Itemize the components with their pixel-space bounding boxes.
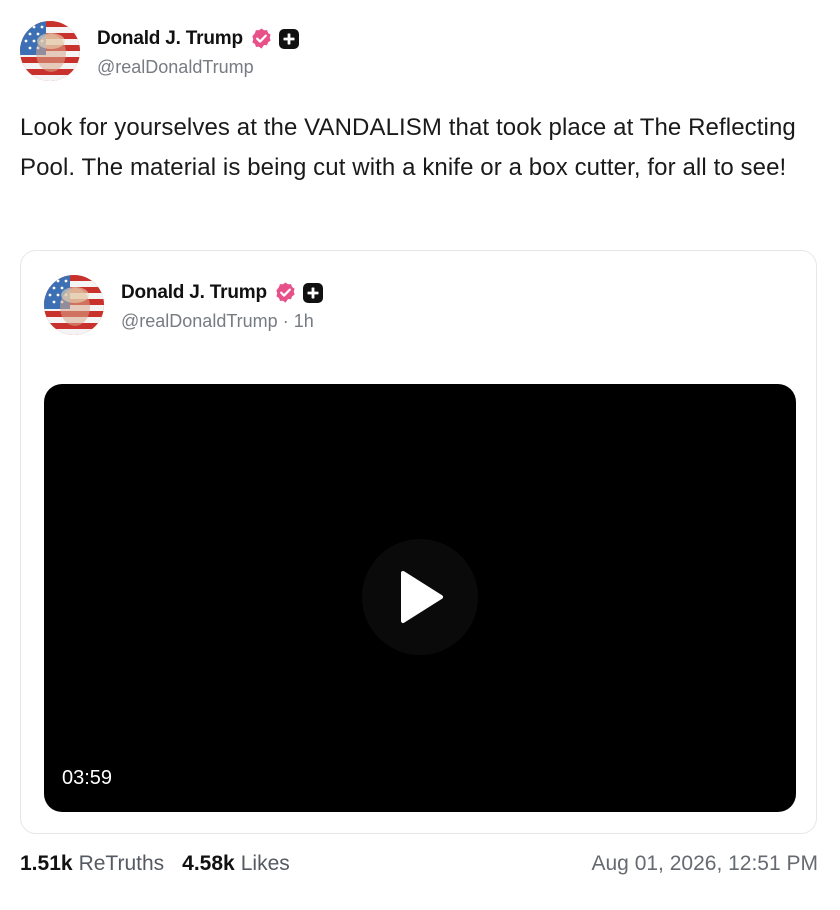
quoted-post-header: Donald J. Trump @realDonaldTrump · 1h — [44, 275, 323, 335]
likes-label: Likes — [240, 852, 290, 875]
post-body-text: Look for yourselves at the VANDALISM tha… — [20, 114, 796, 181]
quoted-author-avatar[interactable] — [44, 275, 104, 335]
quoted-author-handle[interactable]: @realDonaldTrump — [121, 311, 278, 331]
play-button[interactable] — [362, 539, 478, 655]
quoted-post-card[interactable]: Donald J. Trump @realDonaldTrump · 1h 03… — [20, 250, 817, 834]
author-handle[interactable]: @realDonaldTrump — [97, 57, 299, 78]
quoted-time-ago[interactable]: 1h — [294, 311, 314, 331]
likes-count: 4.58k — [182, 852, 235, 875]
author-info: Donald J. Trump @realDonaldTrump — [97, 25, 299, 78]
verified-badge-icon — [274, 281, 297, 304]
author-avatar[interactable] — [20, 21, 80, 81]
likes-stat[interactable]: 4.58k Likes — [182, 852, 290, 876]
play-icon — [401, 571, 443, 623]
post-footer: 1.51k ReTruths 4.58k Likes Aug 01, 2026,… — [20, 848, 818, 880]
author-name-row: Donald J. Trump — [97, 25, 299, 53]
flag-portrait-avatar-icon — [20, 21, 80, 81]
quoted-author-info: Donald J. Trump @realDonaldTrump · 1h — [121, 279, 323, 332]
retruths-stat[interactable]: 1.51k ReTruths — [20, 852, 164, 876]
retruths-count: 1.51k — [20, 852, 73, 875]
author-display-name[interactable]: Donald J. Trump — [97, 28, 243, 50]
quoted-author-meta: @realDonaldTrump · 1h — [121, 311, 323, 332]
quoted-author-display-name[interactable]: Donald J. Trump — [121, 282, 267, 304]
video-player[interactable]: 03:59 — [44, 384, 796, 812]
quoted-author-name-row: Donald J. Trump — [121, 279, 323, 307]
post-timestamp[interactable]: Aug 01, 2026, 12:51 PM — [592, 852, 819, 876]
flag-portrait-avatar-icon — [44, 275, 104, 335]
plus-badge-icon — [278, 28, 299, 49]
post: Donald J. Trump @realDonaldTrump Look fo… — [0, 0, 840, 910]
retruths-label: ReTruths — [78, 852, 165, 875]
video-duration: 03:59 — [62, 767, 113, 789]
post-header: Donald J. Trump @realDonaldTrump — [20, 20, 299, 82]
verified-badge-icon — [250, 27, 273, 50]
meta-separator: · — [282, 310, 289, 331]
plus-badge-icon — [302, 282, 323, 303]
